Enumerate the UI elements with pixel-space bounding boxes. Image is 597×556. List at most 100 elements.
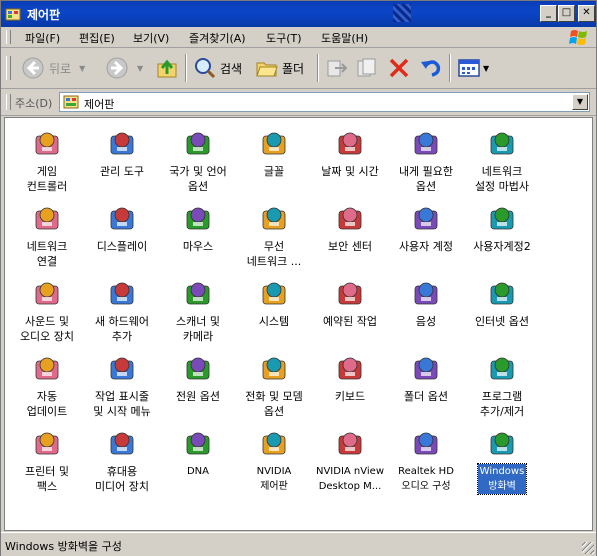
windows-firewall-icon bbox=[490, 432, 514, 455]
control-panel-item-label: 자동 업데이트 bbox=[26, 390, 68, 418]
control-panel-item[interactable]: 전화 및 모뎀 옵션 bbox=[236, 347, 312, 419]
move-to-button[interactable] bbox=[325, 54, 349, 82]
control-panel-folder-icon bbox=[63, 95, 79, 109]
control-panel-item[interactable]: 인터넷 옵션 bbox=[464, 272, 540, 344]
title-bar[interactable]: 제어판 _ □ ✕ bbox=[1, 1, 596, 27]
control-panel-item-label: 새 하드웨어 추가 bbox=[94, 315, 150, 343]
control-panel-item[interactable]: 사용자 계정 bbox=[388, 197, 464, 269]
forward-dropdown-icon[interactable]: ▼ bbox=[137, 64, 143, 73]
control-panel-item-label: 스캐너 및 카메라 bbox=[176, 315, 220, 343]
control-panel-item-label: 예약된 작업 bbox=[322, 315, 378, 328]
menu-bar: 파일(F) 편집(E) 보기(V) 즐겨찾기(A) 도구(T) 도움말(H) bbox=[1, 27, 596, 48]
control-panel-item[interactable]: 스캐너 및 카메라 bbox=[160, 272, 236, 344]
control-panel-item-label: 보안 센터 bbox=[328, 240, 372, 253]
menu-favorites[interactable]: 즐겨찾기(A) bbox=[189, 30, 246, 46]
control-panel-item-label: 폴더 옵션 bbox=[404, 390, 448, 403]
security-center-icon bbox=[338, 207, 362, 230]
control-panel-item[interactable]: Realtek HD 오디오 구성 bbox=[388, 422, 464, 494]
address-grip[interactable] bbox=[6, 94, 11, 110]
control-panel-item[interactable]: 시스템 bbox=[236, 272, 312, 344]
control-panel-item[interactable]: 내게 필요한 옵션 bbox=[388, 122, 464, 194]
menu-tools[interactable]: 도구(T) bbox=[266, 30, 302, 46]
menu-help[interactable]: 도움말(H) bbox=[321, 30, 368, 46]
menu-edit[interactable]: 편집(E) bbox=[79, 30, 115, 46]
address-input[interactable]: 제어판 ▼ bbox=[59, 92, 590, 112]
sound-icon bbox=[35, 282, 59, 305]
search-icon bbox=[195, 58, 216, 79]
control-panel-item[interactable]: 무선 네트워크 ... bbox=[236, 197, 312, 269]
control-panel-item-label: 프로그램 추가/제거 bbox=[479, 390, 525, 418]
delete-button[interactable] bbox=[387, 54, 411, 82]
control-panel-item-label: 사용자 계정 bbox=[398, 240, 454, 253]
control-panel-item[interactable]: 날짜 및 시간 bbox=[312, 122, 388, 194]
control-panel-item[interactable]: 게임 컨트롤러 bbox=[9, 122, 85, 194]
control-panel-item[interactable]: 네트워크 설정 마법사 bbox=[464, 122, 540, 194]
control-panel-item[interactable]: 프린터 및 팩스 bbox=[9, 422, 85, 494]
regional-options-icon bbox=[186, 132, 210, 155]
resize-grip[interactable] bbox=[582, 542, 594, 554]
forward-button[interactable]: ▼ bbox=[105, 54, 143, 82]
control-panel-item[interactable]: 자동 업데이트 bbox=[9, 347, 85, 419]
folder-up-icon bbox=[157, 59, 177, 78]
control-panel-items: 게임 컨트롤러 관리 도구 국가 및 언어 옵션 글꼴 날짜 및 시간 내게 필요한 옵션… bbox=[4, 117, 593, 531]
control-panel-item[interactable]: 휴대용 미디어 장치 bbox=[84, 422, 160, 494]
control-panel-item[interactable]: Windows 방화벽 bbox=[464, 422, 540, 495]
control-panel-item[interactable]: 보안 센터 bbox=[312, 197, 388, 269]
status-bar: Windows 방화벽을 구성 bbox=[1, 532, 596, 556]
control-panel-item[interactable]: 작업 표시줄 및 시작 메뉴 bbox=[84, 347, 160, 419]
control-panel-app-icon bbox=[5, 8, 21, 21]
folders-icon bbox=[256, 62, 278, 77]
control-panel-item[interactable]: 디스플레이 bbox=[84, 197, 160, 269]
address-dropdown-button[interactable]: ▼ bbox=[572, 94, 588, 110]
control-panel-item[interactable]: 네트워크 연결 bbox=[9, 197, 85, 269]
control-panel-item-label: Windows 방화벽 bbox=[477, 463, 527, 495]
control-panel-item[interactable]: 마우스 bbox=[160, 197, 236, 269]
speech-icon bbox=[414, 282, 438, 305]
menu-view[interactable]: 보기(V) bbox=[133, 30, 169, 46]
control-panel-item[interactable]: 키보드 bbox=[312, 347, 388, 419]
phone-modem-icon bbox=[262, 357, 286, 380]
close-button[interactable]: ✕ bbox=[578, 5, 595, 22]
control-panel-item[interactable]: 국가 및 언어 옵션 bbox=[160, 122, 236, 194]
control-panel-item[interactable]: 전원 옵션 bbox=[160, 347, 236, 419]
control-panel-window: 제어판 _ □ ✕ 파일(F) 편집(E) 보기(V) 즐겨찾기(A) 도구(T… bbox=[0, 0, 597, 556]
automatic-updates-icon bbox=[35, 357, 59, 380]
copy-to-button[interactable] bbox=[355, 54, 379, 82]
menu-file[interactable]: 파일(F) bbox=[25, 30, 60, 46]
search-button[interactable]: 검색 bbox=[193, 54, 242, 82]
accessibility-icon bbox=[414, 132, 438, 155]
control-panel-item[interactable]: 예약된 작업 bbox=[312, 272, 388, 344]
control-panel-item[interactable]: 프로그램 추가/제거 bbox=[464, 347, 540, 419]
control-panel-item[interactable]: NVIDIA 제어판 bbox=[236, 422, 312, 494]
game-controller-icon bbox=[35, 132, 59, 155]
address-label: 주소(D) bbox=[15, 97, 53, 110]
control-panel-item-label: 시스템 bbox=[258, 315, 290, 328]
folders-button[interactable]: 폴더 bbox=[255, 54, 304, 82]
up-button[interactable] bbox=[155, 54, 179, 82]
control-panel-item[interactable]: 글꼴 bbox=[236, 122, 312, 194]
move-to-icon bbox=[327, 60, 348, 77]
undo-button[interactable] bbox=[419, 54, 443, 82]
control-panel-item[interactable]: 새 하드웨어 추가 bbox=[84, 272, 160, 344]
control-panel-item[interactable]: 관리 도구 bbox=[84, 122, 160, 194]
windows-logo-icon bbox=[569, 30, 587, 45]
control-panel-item[interactable]: 폴더 옵션 bbox=[388, 347, 464, 419]
maximize-button[interactable]: □ bbox=[558, 5, 575, 22]
delete-icon bbox=[389, 58, 409, 78]
undo-icon bbox=[421, 60, 441, 77]
control-panel-item[interactable]: NVIDIA nView Desktop M... bbox=[312, 422, 388, 494]
control-panel-item[interactable]: 음성 bbox=[388, 272, 464, 344]
control-panel-item[interactable]: 사용자계정2 bbox=[464, 197, 540, 269]
control-panel-item-label: 글꼴 bbox=[263, 165, 285, 178]
back-dropdown-icon[interactable]: ▼ bbox=[79, 64, 85, 73]
control-panel-item[interactable]: 사운드 및 오디오 장치 bbox=[9, 272, 85, 344]
back-button[interactable]: 뒤로 ▼ bbox=[21, 54, 85, 82]
status-text: Windows 방화벽을 구성 bbox=[5, 540, 122, 553]
toolbar-grip[interactable] bbox=[6, 56, 11, 80]
control-panel-item[interactable]: DNA bbox=[160, 422, 236, 494]
menu-grip[interactable] bbox=[6, 30, 11, 44]
minimize-button[interactable]: _ bbox=[540, 5, 557, 22]
control-panel-item-label: NVIDIA 제어판 bbox=[256, 466, 292, 492]
realtek-audio-icon bbox=[414, 432, 438, 455]
views-button[interactable]: ▼ bbox=[457, 54, 489, 82]
